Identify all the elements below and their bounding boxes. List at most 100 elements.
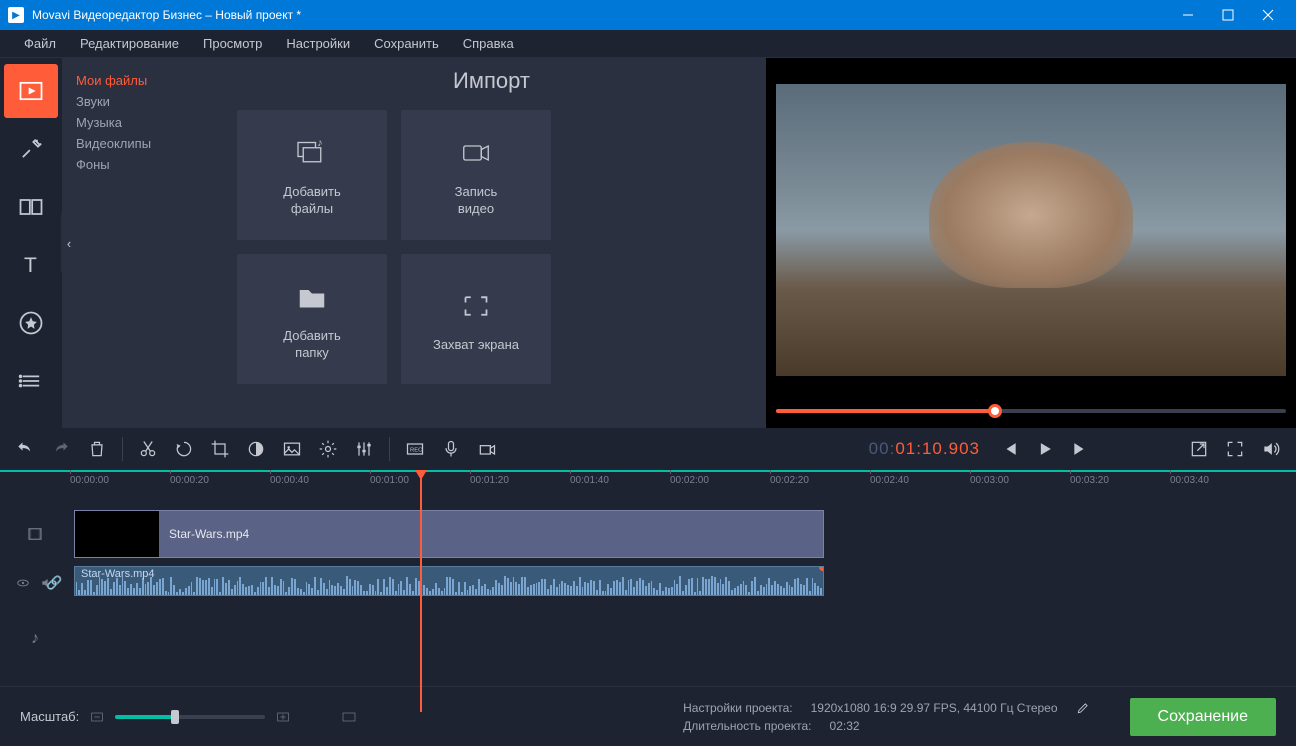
settings-label: Настройки проекта: [683,701,792,715]
ruler-tick: 00:01:20 [470,475,509,486]
video-clip[interactable]: Star-Wars.mp4 [74,510,824,558]
next-button[interactable] [1064,432,1098,466]
close-button[interactable] [1248,0,1288,30]
collapse-handle[interactable]: ‹ [61,213,77,273]
color-button[interactable] [239,432,273,466]
minimize-button[interactable] [1168,0,1208,30]
duration-label: Длительность проекта: [683,719,811,733]
window-title: Movavi Видеоредактор Бизнес – Новый прое… [32,8,1168,22]
titlebar: ▶ Movavi Видеоредактор Бизнес – Новый пр… [0,0,1296,30]
ruler-tick: 00:02:40 [870,475,909,486]
audio-clip[interactable]: Star-Wars.mp4 [74,566,824,596]
delete-button[interactable] [80,432,114,466]
ruler-tick: 00:03:40 [1170,475,1209,486]
timeline[interactable]: Star-Wars.mp4 🔗 Star-Wars.mp4 ♪ [0,492,1296,692]
music-track-head: ♪ [0,624,70,654]
cat-music[interactable]: Музыка [70,112,209,133]
timecode: 00:01:10.903 [859,439,990,459]
prev-button[interactable] [992,432,1026,466]
image-button[interactable] [275,432,309,466]
play-button[interactable] [1028,432,1062,466]
save-button[interactable]: Сохранение [1130,698,1276,736]
mic-button[interactable] [434,432,468,466]
properties-button[interactable] [311,432,345,466]
undo-button[interactable] [8,432,42,466]
card-record-video[interactable]: Запись видео [401,110,551,240]
ruler-tick: 00:03:20 [1070,475,1109,486]
audio-track[interactable]: 🔗 Star-Wars.mp4 [70,566,1296,600]
crop-button[interactable] [203,432,237,466]
fit-icon[interactable] [341,709,357,725]
tool-import[interactable] [4,64,58,118]
menu-save[interactable]: Сохранить [362,32,451,55]
tool-transitions[interactable] [4,180,58,234]
clip-end-marker[interactable] [819,566,824,571]
preview-panel [766,58,1296,428]
rotate-button[interactable] [167,432,201,466]
ruler-tick: 00:01:40 [570,475,609,486]
import-content: Импорт ♪ Добавить файлы Запись видео Доб… [217,58,766,428]
card-add-files[interactable]: ♪ Добавить файлы [237,110,387,240]
clip-name: Star-Wars.mp4 [81,568,155,580]
playhead[interactable] [420,472,422,712]
card-add-folder[interactable]: Добавить папку [237,254,387,384]
volume-button[interactable] [1254,432,1288,466]
duration-value: 02:32 [830,719,860,733]
card-label: Запись видео [455,184,498,218]
zoom-slider[interactable] [115,715,265,719]
toolbar: REC 00:01:10.903 [0,428,1296,470]
fullscreen-button[interactable] [1218,432,1252,466]
cat-backgrounds[interactable]: Фоны [70,154,209,175]
tool-filters[interactable] [4,122,58,176]
redo-button[interactable] [44,432,78,466]
link-icon: 🔗 [46,575,62,591]
eye-icon[interactable] [16,576,30,590]
ruler-tick: 00:02:00 [670,475,709,486]
video-track[interactable]: Star-Wars.mp4 [70,510,1296,558]
tool-more[interactable] [4,354,58,408]
tool-sidebar: T [0,58,62,428]
project-info: Настройки проекта: 1920x1080 16:9 29.97 … [683,701,1089,733]
zoom-label: Масштаб: [20,709,79,724]
seek-bar[interactable] [776,402,1286,420]
zoom-in-icon[interactable] [275,709,291,725]
preview-canvas[interactable] [776,66,1286,394]
ruler-tick: 00:03:00 [970,475,1009,486]
detach-button[interactable] [1182,432,1216,466]
edit-icon[interactable] [1076,701,1090,715]
menu-settings[interactable]: Настройки [274,32,362,55]
ruler-tick: 00:00:20 [170,475,209,486]
cat-my-files[interactable]: Мои файлы [70,70,209,91]
zoom-control: Масштаб: [20,709,357,725]
equalizer-button[interactable] [347,432,381,466]
video-track-head [0,510,70,558]
ruler-tick: 00:00:40 [270,475,309,486]
music-track[interactable]: ♪ [70,624,1296,654]
cut-button[interactable] [131,432,165,466]
record-button[interactable]: REC [398,432,432,466]
tool-titles[interactable]: T [4,238,58,292]
app-logo-icon: ▶ [8,7,24,23]
menubar: Файл Редактирование Просмотр Настройки С… [0,30,1296,58]
timeline-ruler[interactable]: 00:00:0000:00:2000:00:4000:01:0000:01:20… [0,470,1296,492]
zoom-out-icon[interactable] [89,709,105,725]
tool-stickers[interactable] [4,296,58,350]
ruler-tick: 00:01:00 [370,475,409,486]
filmstrip-icon [26,525,44,543]
svg-text:T: T [24,254,37,277]
card-label: Добавить файлы [283,184,340,218]
maximize-button[interactable] [1208,0,1248,30]
cat-sounds[interactable]: Звуки [70,91,209,112]
svg-text:REC: REC [410,448,422,454]
svg-text:♪: ♪ [317,137,322,149]
card-screen-capture[interactable]: Захват экрана [401,254,551,384]
menu-view[interactable]: Просмотр [191,32,274,55]
cat-videoclips[interactable]: Видеоклипы [70,133,209,154]
menu-help[interactable]: Справка [451,32,526,55]
camera-button[interactable] [470,432,504,466]
card-label: Захват экрана [433,337,519,354]
import-categories: Мои файлы Звуки Музыка Видеоклипы Фоны [62,58,217,428]
menu-edit[interactable]: Редактирование [68,32,191,55]
menu-file[interactable]: Файл [12,32,68,55]
import-panel: ‹ Мои файлы Звуки Музыка Видеоклипы Фоны… [62,58,766,428]
